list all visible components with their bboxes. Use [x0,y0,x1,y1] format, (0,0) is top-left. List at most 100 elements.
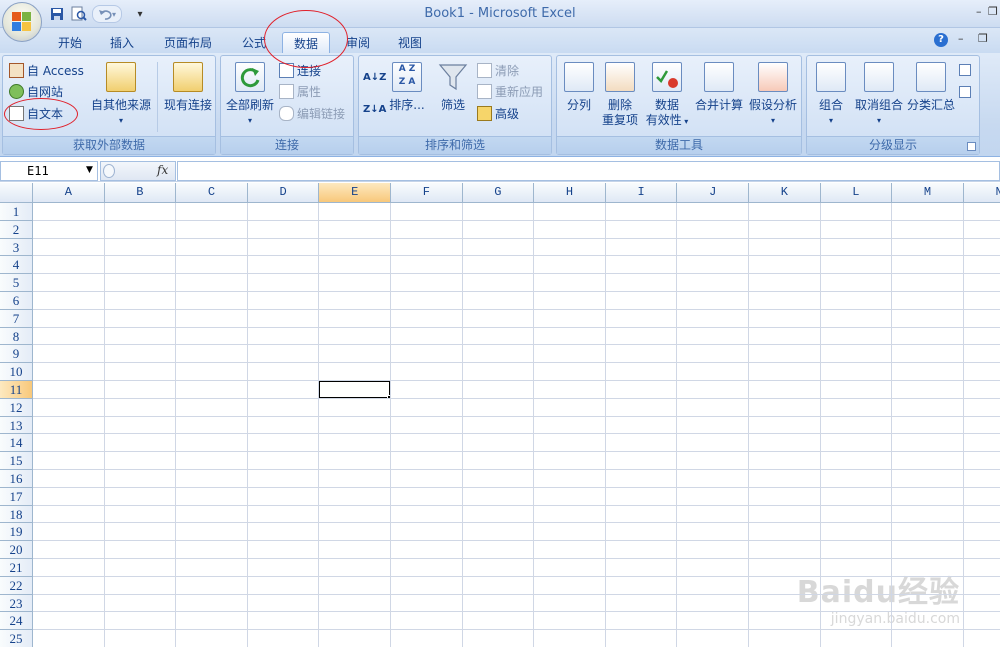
ungroup-button[interactable]: 取消组合 ▾ [851,62,907,128]
from-text-button[interactable]: 自文本 [9,105,63,122]
row-header-10[interactable]: 10 [0,363,33,381]
advanced-filter-button[interactable]: 高级 [477,105,519,122]
column-header-b[interactable]: B [104,183,177,203]
column-header-l[interactable]: L [820,183,893,203]
remove-duplicates-label-2: 重复项 [601,113,638,127]
row-header-24[interactable]: 24 [0,612,33,631]
from-access-button[interactable]: 自 Access [9,62,84,79]
data-validation-button[interactable]: 数据 有效性 ▾ [643,62,691,129]
column-header-j[interactable]: J [677,183,749,203]
column-header-c[interactable]: C [176,183,248,203]
row-header-5[interactable]: 5 [0,274,33,292]
row-header-16[interactable]: 16 [0,470,33,488]
office-button[interactable] [2,2,42,42]
group-button[interactable]: 组合 ▾ [811,62,851,128]
text-to-columns-button[interactable]: 分列 [561,62,597,113]
dialog-launcher-icon[interactable] [967,142,976,151]
filter-button[interactable]: 筛选 [435,62,471,113]
chevron-down-icon: ▾ [876,116,881,125]
row-gridline [33,629,1000,631]
row-header-11[interactable]: 11 [0,381,33,399]
reapply-icon [477,84,492,99]
row-header-1[interactable]: 1 [0,203,33,221]
remove-duplicates-button[interactable]: 删除 重复项 [599,62,641,128]
worksheet-grid[interactable]: ABCDEFGHIJKLMN 1 2 3 4 5 6 7 8 9 10 11 12 13 14 15 16 17… [0,183,1000,647]
ribbon-minimize-button[interactable]: – [958,32,964,45]
column-header-f[interactable]: F [391,183,463,203]
name-box-dropdown-icon[interactable]: ▼ [86,165,93,175]
row-header-4[interactable]: 4 [0,256,33,275]
column-header-a[interactable]: A [33,183,105,203]
show-detail-icon[interactable] [959,64,974,76]
edit-links-label: 编辑链接 [297,107,346,121]
name-box[interactable]: E11 [0,161,98,181]
insert-function-icon[interactable]: fx [157,163,168,177]
row-header-15[interactable]: 15 [0,452,33,470]
row-header-12[interactable]: 12 [0,398,33,417]
tab-insert[interactable]: 插入 [102,32,142,53]
column-header-m[interactable]: M [892,183,964,203]
expand-handle-icon[interactable] [103,164,115,178]
column-header-i[interactable]: I [605,183,678,203]
column-header-k[interactable]: K [749,183,821,203]
select-all-corner[interactable] [0,183,33,203]
row-header-7[interactable]: 7 [0,309,33,328]
row-header-14[interactable]: 14 [0,434,33,453]
database-icon [106,62,136,92]
tab-view[interactable]: 视图 [390,32,430,53]
row-header-18[interactable]: 18 [0,505,33,524]
row-header-20[interactable]: 20 [0,541,33,559]
tab-review[interactable]: 审阅 [338,32,378,53]
formula-input[interactable] [177,161,1000,181]
data-validation-label-2: 有效性 [645,113,682,127]
minimize-button[interactable]: – [976,5,982,18]
group-get-external-data: 自 Access 自网站 自文本 自其他来源 ▾ 现有连接 获取外部数据 [2,55,216,155]
row-header-9[interactable]: 9 [0,345,33,364]
row-gridline [33,611,1000,613]
row-header-21[interactable]: 21 [0,559,33,577]
tab-formulas[interactable]: 公式 [234,32,274,53]
refresh-all-button[interactable]: 全部刷新 ▾ [223,62,277,128]
consolidate-button[interactable]: 合并计算 [693,62,745,113]
row-header-17[interactable]: 17 [0,487,33,506]
existing-connections-button[interactable]: 现有连接 [161,62,215,113]
tab-data[interactable]: 数据 [282,32,330,53]
ribbon-restore-button[interactable]: ❐ [978,32,988,45]
from-web-button[interactable]: 自网站 [9,83,63,100]
restore-button[interactable]: ❐ [988,5,998,18]
what-if-analysis-button[interactable]: 假设分析 ▾ [747,62,799,128]
tab-page-layout[interactable]: 页面布局 [157,32,219,53]
sort-descending-icon[interactable]: Z↓A [363,104,386,115]
row-header-8[interactable]: 8 [0,327,33,346]
column-gridline [748,203,749,647]
sort-ascending-icon[interactable]: A↓Z [363,72,386,83]
help-icon[interactable]: ? [934,33,948,47]
reapply-button[interactable]: 重新应用 [477,83,543,100]
subtotal-button[interactable]: 分类汇总 [907,62,955,113]
tab-home[interactable]: 开始 [50,32,90,53]
column-header-e[interactable]: E [319,183,391,203]
active-cell[interactable] [318,380,391,399]
column-header-g[interactable]: G [462,183,535,203]
column-header-h[interactable]: H [534,183,606,203]
from-other-sources-button[interactable]: 自其他来源 ▾ [89,62,153,128]
properties-button[interactable]: 属性 [279,83,321,100]
edit-links-button[interactable]: 编辑链接 [279,105,345,122]
row-header-6[interactable]: 6 [0,292,33,310]
column-gridline [246,203,248,647]
column-header-d[interactable]: D [247,183,320,203]
row-header-13[interactable]: 13 [0,416,33,435]
row-header-2[interactable]: 2 [0,220,33,239]
row-header-19[interactable]: 19 [0,523,33,542]
column-header-n[interactable]: N [963,183,1000,203]
text-to-columns-label: 分列 [566,98,591,112]
row-header-22[interactable]: 22 [0,576,33,595]
row-header-3[interactable]: 3 [0,238,33,257]
hide-detail-icon[interactable] [959,86,974,98]
row-header-23[interactable]: 23 [0,594,33,613]
clear-filter-button[interactable]: 清除 [477,62,519,79]
connections-button[interactable]: 连接 [279,62,321,79]
filter-label: 筛选 [440,98,465,112]
row-header-25[interactable]: 25 [0,630,33,647]
sort-button[interactable]: A ZZ A 排序... [387,62,427,113]
